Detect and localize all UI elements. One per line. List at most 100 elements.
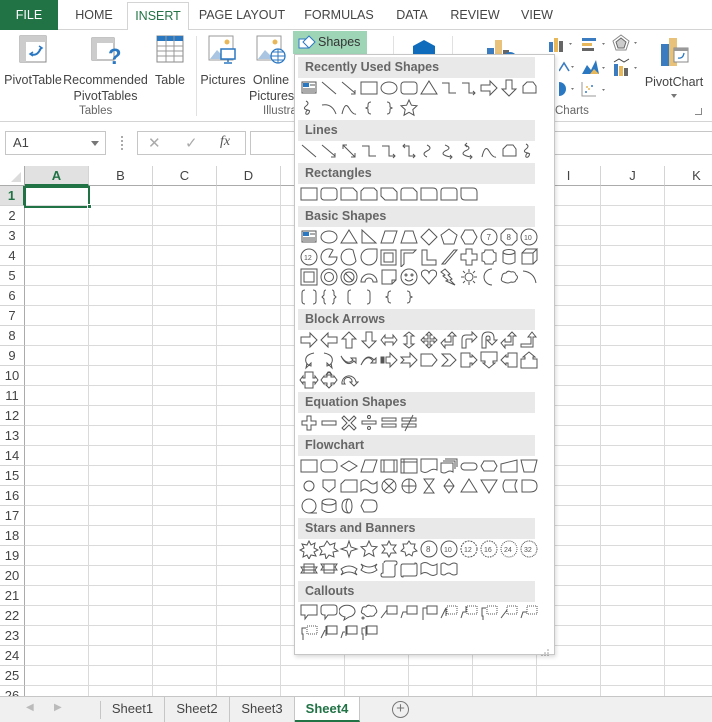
shape-star5-icon[interactable] bbox=[359, 539, 379, 559]
column-header-k[interactable]: K bbox=[665, 166, 712, 186]
shape-fcdisplay-icon[interactable] bbox=[359, 496, 379, 516]
shape-fcprep-icon[interactable] bbox=[479, 456, 499, 476]
shape-teardrop-icon[interactable] bbox=[359, 247, 379, 267]
shape-curvedribbonup-icon[interactable] bbox=[339, 559, 359, 579]
shape-frame-icon[interactable] bbox=[379, 247, 399, 267]
tab-review[interactable]: REVIEW bbox=[446, 2, 504, 30]
shape-arcline-icon[interactable] bbox=[319, 98, 339, 118]
shape-rect-icon[interactable] bbox=[299, 456, 319, 476]
shape-donut-icon[interactable] bbox=[319, 267, 339, 287]
shape-pie-icon[interactable] bbox=[319, 247, 339, 267]
shape-uparrow-icon[interactable] bbox=[339, 330, 359, 350]
shape-plus-icon[interactable] bbox=[459, 247, 479, 267]
row-header-10[interactable]: 10 bbox=[0, 366, 25, 386]
row-header-24[interactable]: 24 bbox=[0, 646, 25, 666]
waterfall-chart-button[interactable] bbox=[612, 58, 640, 81]
shape-dblbracket-icon[interactable] bbox=[299, 287, 319, 307]
shape-smiley-icon[interactable] bbox=[399, 267, 419, 287]
shape-vscroll-icon[interactable] bbox=[379, 559, 399, 579]
shape-sun-icon[interactable] bbox=[459, 267, 479, 287]
shape-elbow-icon[interactable] bbox=[439, 78, 459, 98]
shape-foldedcorner-icon[interactable] bbox=[379, 267, 399, 287]
shape-rightarrow-icon[interactable] bbox=[479, 78, 499, 98]
shape-chevron-icon[interactable] bbox=[439, 350, 459, 370]
row-header-8[interactable]: 8 bbox=[0, 326, 25, 346]
shape-arrowline-icon[interactable] bbox=[319, 141, 339, 161]
scatter-chart-button[interactable] bbox=[580, 80, 608, 103]
shape-star8-icon[interactable]: 8 bbox=[419, 539, 439, 559]
shape-arrowline-icon[interactable] bbox=[339, 78, 359, 98]
bar-chart-button[interactable] bbox=[580, 36, 608, 57]
shape-fcconnector-icon[interactable] bbox=[299, 476, 319, 496]
row-header-3[interactable]: 3 bbox=[0, 226, 25, 246]
row-header-22[interactable]: 22 bbox=[0, 606, 25, 626]
shape-snipround-icon[interactable] bbox=[399, 184, 419, 204]
shape-fcdec-icon[interactable] bbox=[339, 456, 359, 476]
shape-rightcallout-icon[interactable] bbox=[459, 350, 479, 370]
shape-round1-icon[interactable] bbox=[419, 184, 439, 204]
shape-snip1-icon[interactable] bbox=[339, 184, 359, 204]
shape-fcdoc-icon[interactable] bbox=[419, 456, 439, 476]
shape-notched-icon[interactable] bbox=[399, 350, 419, 370]
row-header-14[interactable]: 14 bbox=[0, 446, 25, 466]
shape-cube-icon[interactable] bbox=[519, 247, 539, 267]
shape-ribbonup-icon[interactable] bbox=[299, 559, 319, 579]
cancel-icon[interactable]: ✕ bbox=[148, 134, 161, 152]
shape-rtriangle-icon[interactable] bbox=[359, 227, 379, 247]
shape-plaque-icon[interactable] bbox=[479, 247, 499, 267]
shape-bentarrow-icon[interactable] bbox=[459, 330, 479, 350]
shape-cloud-icon[interactable] bbox=[499, 267, 519, 287]
shape-pentagon-icon[interactable] bbox=[439, 227, 459, 247]
row-header-2[interactable]: 2 bbox=[0, 206, 25, 226]
shape-line1callout-icon[interactable] bbox=[379, 602, 399, 622]
shape-parallelogram-icon[interactable] bbox=[359, 456, 379, 476]
shape-striped-icon[interactable] bbox=[379, 350, 399, 370]
shape-freeform-icon[interactable] bbox=[519, 78, 539, 98]
shape-round3-icon[interactable] bbox=[459, 184, 479, 204]
shape-trapezoid-icon[interactable] bbox=[399, 227, 419, 247]
shape-curve-icon[interactable] bbox=[419, 141, 439, 161]
row-header-26[interactable]: 26 bbox=[0, 686, 25, 696]
shape-leftcallout-icon[interactable] bbox=[499, 350, 519, 370]
shape-line-icon[interactable] bbox=[319, 78, 339, 98]
shape-fcmerge-icon[interactable] bbox=[479, 476, 499, 496]
shape-triangle-icon[interactable] bbox=[339, 227, 359, 247]
shape-fcor-icon[interactable] bbox=[399, 476, 419, 496]
name-box-dropdown-icon[interactable] bbox=[91, 141, 99, 146]
shape-rect-icon[interactable] bbox=[299, 184, 319, 204]
shape-arc-icon[interactable] bbox=[479, 141, 499, 161]
shape-hscroll-icon[interactable] bbox=[399, 559, 419, 579]
shape-elbowarrow-icon[interactable] bbox=[459, 78, 479, 98]
shape-curvedribbondown-icon[interactable] bbox=[359, 559, 379, 579]
shape-star10-icon[interactable]: 10 bbox=[439, 539, 459, 559]
shape-scribble-icon[interactable] bbox=[299, 98, 319, 118]
shape-bevel-icon[interactable] bbox=[299, 267, 319, 287]
pivottable-button[interactable]: PivotTable bbox=[4, 34, 62, 88]
shape-curvearrow-icon[interactable] bbox=[439, 141, 459, 161]
shape-halfframe-icon[interactable] bbox=[399, 247, 419, 267]
shape-eqplus-icon[interactable] bbox=[299, 413, 319, 433]
row-header-9[interactable]: 9 bbox=[0, 346, 25, 366]
shape-ovalcallout-icon[interactable] bbox=[339, 602, 359, 622]
row-header-11[interactable]: 11 bbox=[0, 386, 25, 406]
row-header-13[interactable]: 13 bbox=[0, 426, 25, 446]
row-header-1[interactable]: 1 bbox=[0, 186, 25, 206]
gallery-resize-grip-icon[interactable] bbox=[541, 643, 549, 657]
sheet-tab-sheet4[interactable]: Sheet4 bbox=[295, 697, 360, 722]
column-header-b[interactable]: B bbox=[89, 166, 153, 186]
shape-arcshape-icon[interactable] bbox=[519, 267, 539, 287]
shape-eqmult-icon[interactable] bbox=[339, 413, 359, 433]
sheet-tab-sheet3[interactable]: Sheet3 bbox=[230, 697, 295, 722]
sheet-tab-sheet2[interactable]: Sheet2 bbox=[165, 697, 230, 722]
shape-lbrace-icon[interactable] bbox=[359, 98, 379, 118]
active-cell-a1[interactable] bbox=[24, 186, 90, 208]
shape-chord-icon[interactable] bbox=[339, 247, 359, 267]
shape-downarrow-icon[interactable] bbox=[359, 330, 379, 350]
shape-triangle-icon[interactable] bbox=[419, 78, 439, 98]
shape-scribble-icon[interactable] bbox=[519, 141, 539, 161]
row-header-6[interactable]: 6 bbox=[0, 286, 25, 306]
tab-file[interactable]: FILE bbox=[0, 0, 58, 30]
shape-fcpredef-icon[interactable] bbox=[379, 456, 399, 476]
shape-fcoffpage-icon[interactable] bbox=[319, 476, 339, 496]
recommended-pivottables-button[interactable]: ? Recommended PivotTables bbox=[63, 34, 148, 104]
